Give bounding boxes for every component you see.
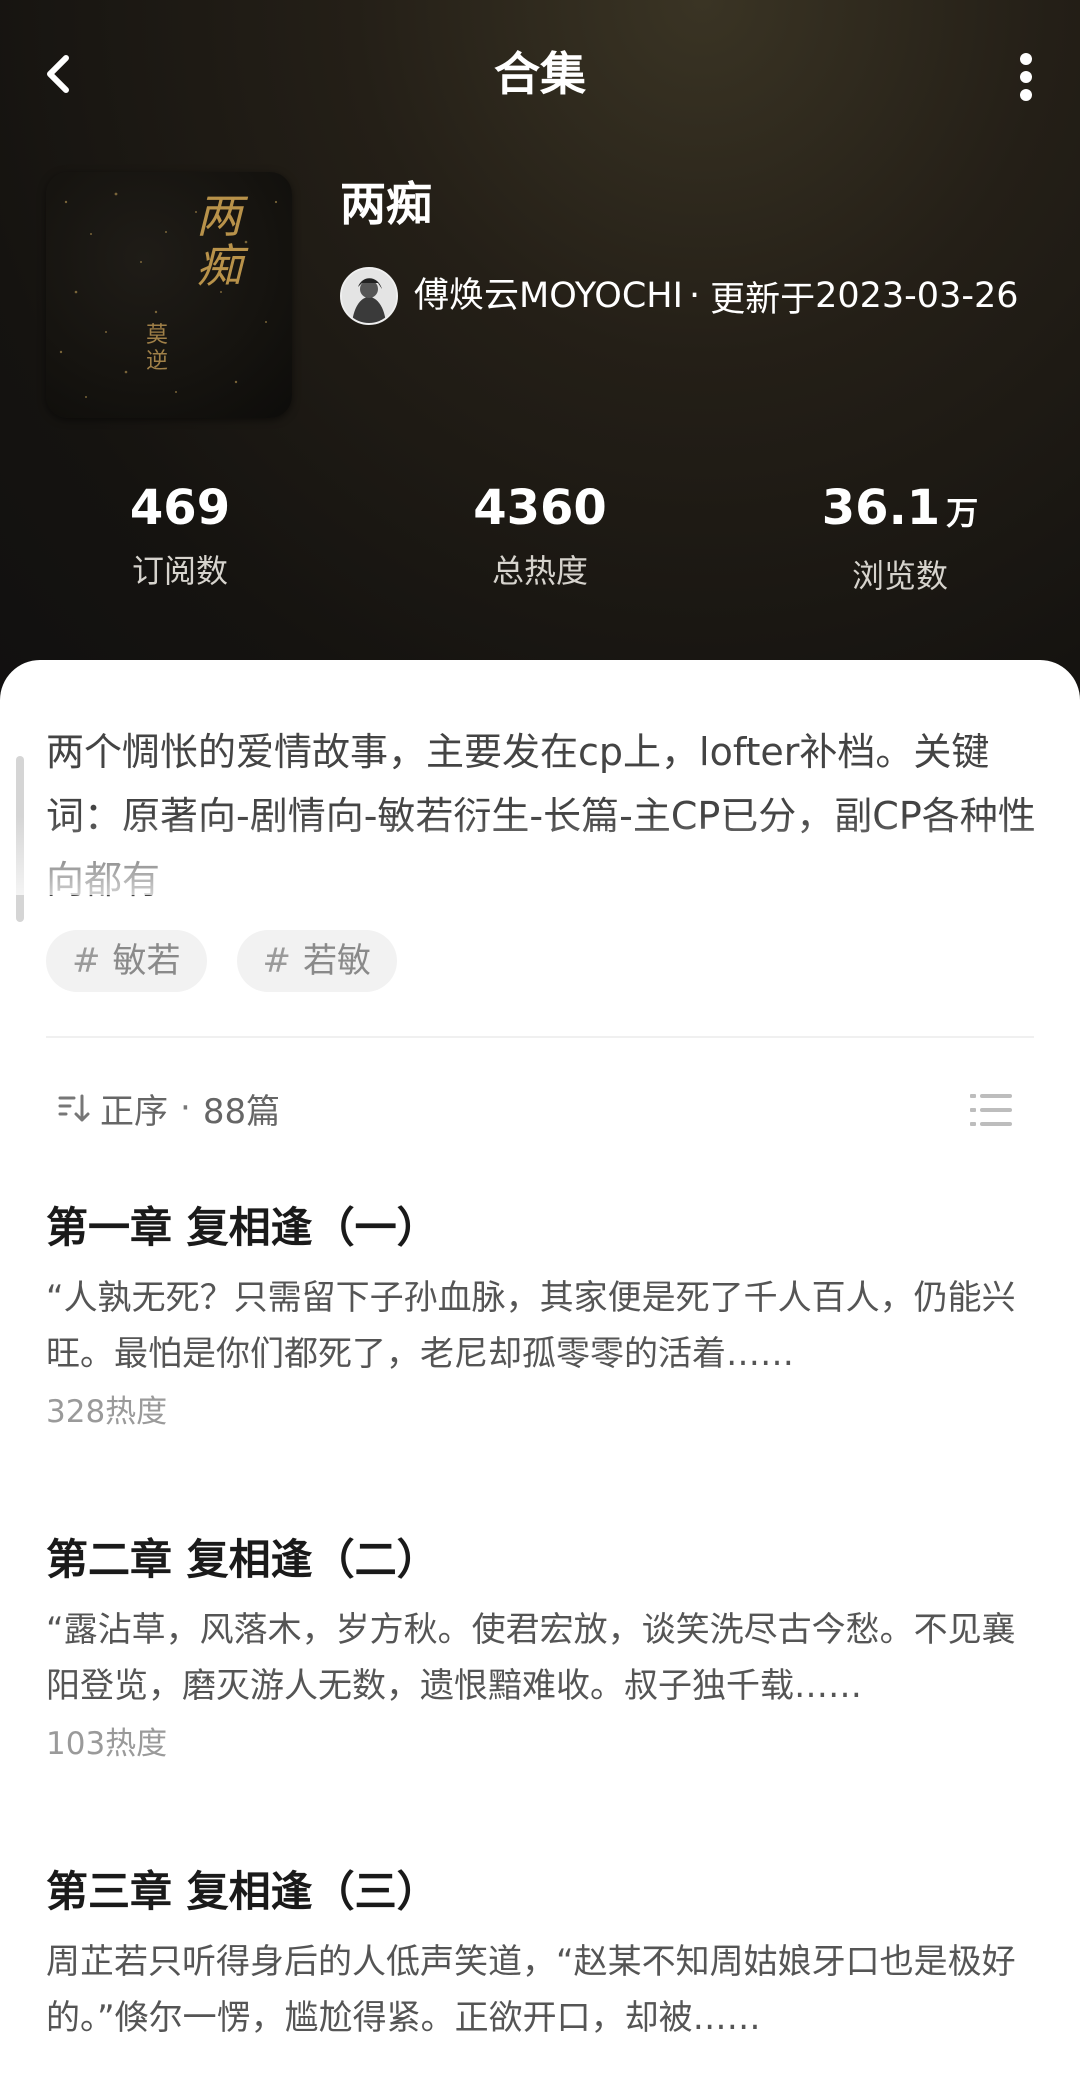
list-view-button[interactable] — [968, 1090, 1014, 1130]
stat-value: 469 — [129, 480, 231, 536]
separator-dot: · — [688, 276, 701, 316]
stat-label: 浏览数 — [851, 557, 948, 595]
cover-title-char-2: 痴 — [196, 239, 249, 293]
stat-views: 36.1 万 浏览数 — [750, 476, 1050, 601]
stat-label: 总热度 — [491, 552, 588, 590]
stat-value: 4360 — [473, 480, 607, 536]
chapter-title: 第三章 复相逢（三） — [46, 1867, 439, 1916]
more-vertical-icon — [1020, 53, 1032, 101]
cover-artwork: 两 痴 莫 逆 — [59, 189, 278, 398]
sort-toggle[interactable]: 正序 · 88篇 — [56, 1078, 280, 1138]
stat-heat: 4360 总热度 — [390, 476, 690, 596]
stat-value: 36.1 — [821, 480, 941, 536]
tag-item[interactable]: # 敏若 — [46, 930, 207, 992]
author-name[interactable]: 傅焕云MOYOCHI — [414, 271, 683, 321]
tag-label: 若敏 — [303, 941, 371, 981]
collection-description[interactable]: 两个惆怅的爱情故事，主要发在cp上，lofter补档。关键词：原著向-剧情向-敏… — [46, 720, 1046, 912]
chapter-title: 第二章 复相逢（二） — [46, 1535, 439, 1584]
divider — [46, 1036, 1034, 1038]
stat-subscriptions: 469 订阅数 — [30, 476, 330, 596]
chapter-item[interactable]: 第一章 复相逢（一） “人孰无死？只需留下子孙血脉，其家便是死了千人百人，仍能兴… — [46, 1200, 1036, 1436]
collection-cover[interactable]: 两 痴 莫 逆 — [46, 172, 292, 418]
more-button[interactable] — [1008, 48, 1044, 108]
sort-ascending-icon — [58, 1094, 90, 1122]
author-row[interactable]: 傅焕云MOYOCHI · 更新于 2023-03-26 — [340, 266, 1019, 326]
collection-title: 两痴 — [340, 177, 432, 231]
cover-small-text: 莫 — [146, 323, 168, 348]
stat-label: 订阅数 — [131, 552, 228, 590]
update-date: 2023-03-26 — [815, 276, 1019, 316]
chapter-heat: 328热度 — [46, 1394, 168, 1430]
top-bar: 合集 — [0, 0, 1080, 150]
chapter-item[interactable]: 第二章 复相逢（二） “露沾草，风落木，岁方秋。使君宏放，谈笑洗尽古今愁。不见襄… — [46, 1532, 1036, 1768]
svg-text:逆: 逆 — [146, 349, 168, 374]
page-title: 合集 — [494, 47, 586, 101]
cover-title-char-1: 两 — [196, 189, 249, 243]
chapter-excerpt: 周芷若只听得身后的人低声笑道，“赵某不知周姑娘牙口也是极好的。”倏尔一愣，尴尬得… — [46, 1942, 1016, 2038]
sort-label: 正序 — [100, 1091, 168, 1132]
tag-label: 敏若 — [112, 941, 181, 981]
chapter-excerpt: “露沾草，风落木，岁方秋。使君宏放，谈笑洗尽古今愁。不见襄阳登览，磨灭游人无数，… — [46, 1610, 1016, 1706]
avatar-image — [342, 269, 396, 323]
hash-icon: # — [262, 941, 292, 981]
author-avatar[interactable] — [340, 267, 398, 325]
chapter-count: 88篇 — [202, 1091, 281, 1132]
chapter-excerpt: “人孰无死？只需留下子孙血脉，其家便是死了千人百人，仍能兴旺。最怕是你们都死了，… — [46, 1278, 1016, 1374]
update-label: 更新于 — [710, 279, 816, 320]
sort-separator: · — [180, 1088, 191, 1128]
chapter-heat: 103热度 — [46, 1726, 168, 1762]
tag-item[interactable]: # 若敏 — [236, 930, 397, 992]
stats-row: 469 订阅数 4360 总热度 36.1 万 浏览数 — [0, 476, 1080, 606]
stat-unit: 万 — [946, 494, 979, 532]
list-icon — [970, 1094, 1012, 1126]
tag-list: # 敏若 # 若敏 — [46, 930, 427, 992]
chapter-title: 第一章 复相逢（一） — [46, 1203, 439, 1252]
chapter-item[interactable]: 第三章 复相逢（三） 周芷若只听得身后的人低声笑道，“赵某不知周姑娘牙口也是极好… — [46, 1864, 1036, 2046]
description-scrollbar[interactable] — [16, 756, 24, 922]
hash-icon: # — [72, 941, 101, 981]
